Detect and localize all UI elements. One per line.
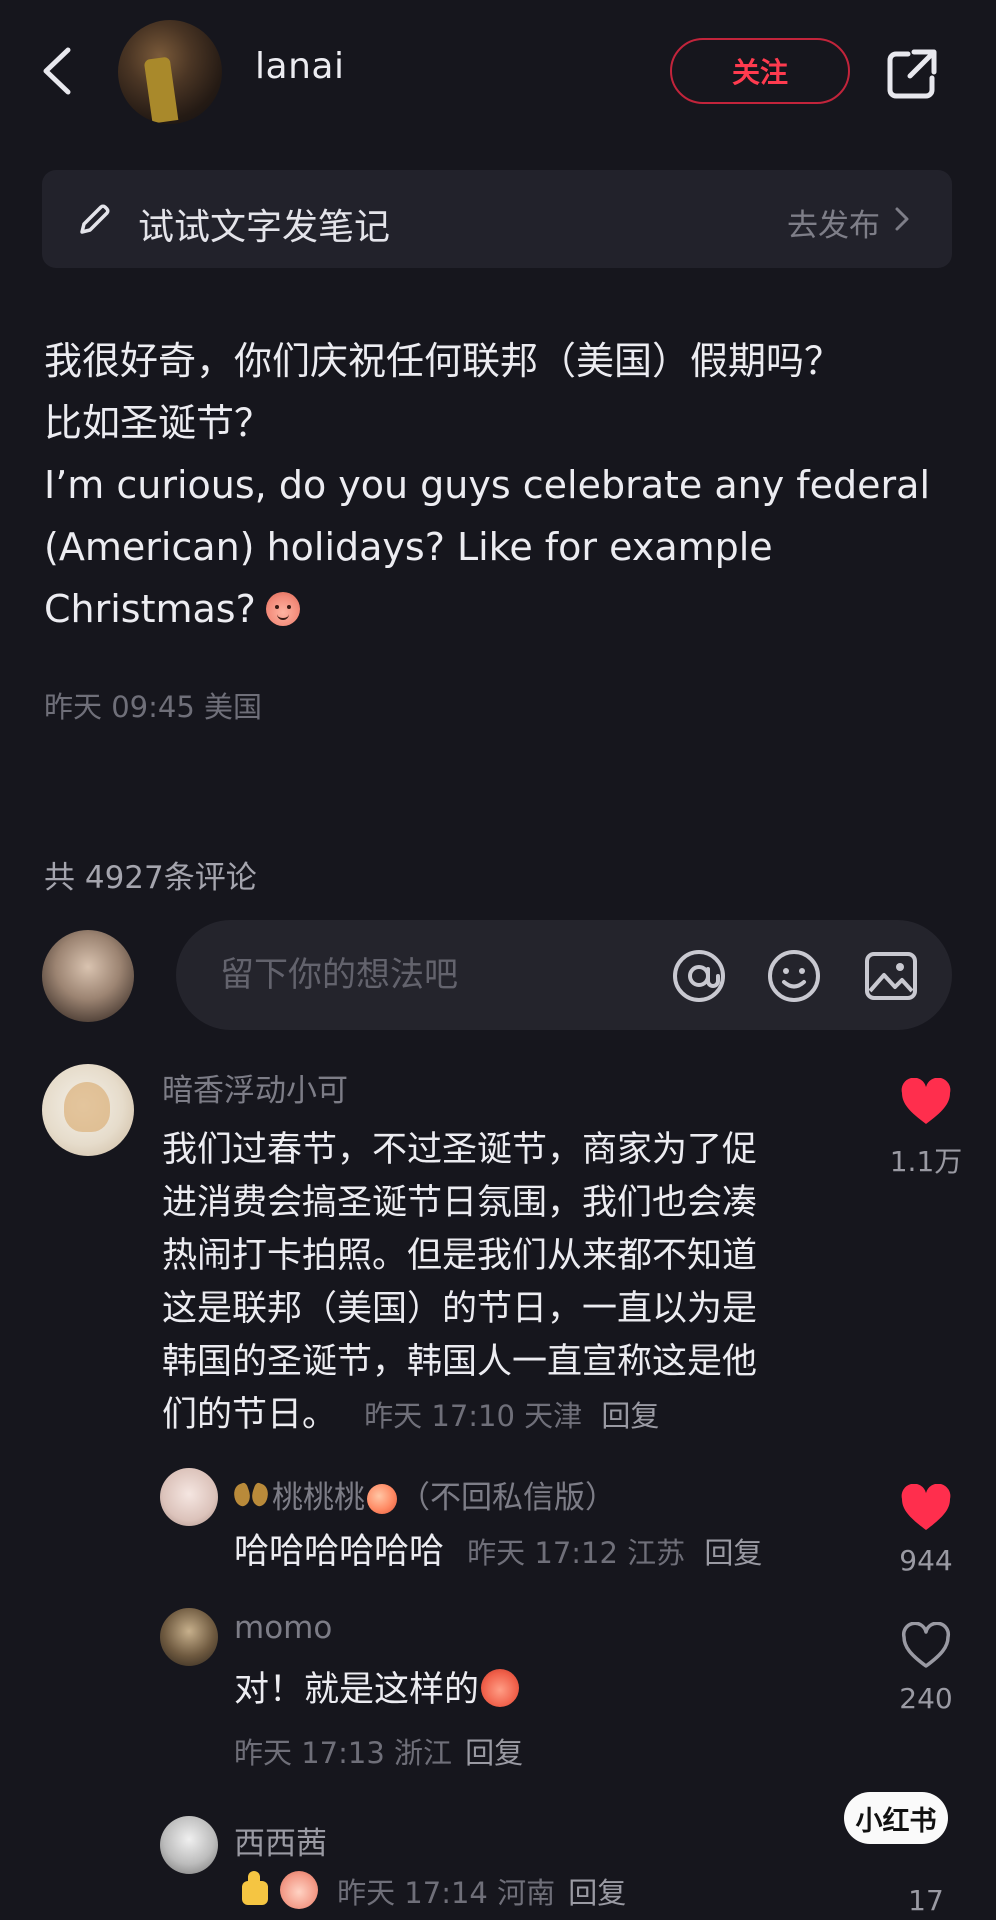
chevron-right-icon (895, 207, 909, 231)
commenter-name: 桃桃桃 (272, 1480, 365, 1516)
peach-emoji-icon (367, 1484, 397, 1514)
reply-button[interactable]: 回复 (601, 1399, 659, 1433)
commenter-avatar[interactable] (42, 1064, 134, 1156)
heart-filled-icon[interactable] (900, 1484, 952, 1532)
go-publish-link[interactable]: 去发布 (787, 200, 880, 245)
commenter-name[interactable]: 西西茜 (234, 1818, 327, 1863)
like-count: 17 (908, 1884, 944, 1917)
comment-last-line: 们的节日。 昨天 17:10 天津 回复 (162, 1389, 862, 1443)
commenter-name[interactable]: 暗香浮动小可 (162, 1065, 348, 1110)
note-prompt-text: 试试文字发笔记 (138, 207, 391, 248)
post-timestamp: 昨天 09:45 美国 (44, 690, 263, 724)
post-content: 我很好奇，你们庆祝任何联邦（美国）假期吗？ 比如圣诞节？ I’m curious… (44, 330, 944, 640)
author-name[interactable]: lanai (255, 46, 344, 87)
share-icon[interactable] (884, 46, 940, 102)
at-mention-icon[interactable] (670, 947, 728, 1005)
like-count: 944 (899, 1544, 953, 1577)
emoji-icon[interactable] (765, 947, 823, 1005)
comment-text: 哈哈哈哈哈哈 (234, 1532, 445, 1572)
comment-line: 这是联邦（美国）的节日，一直以为是 (162, 1289, 758, 1329)
like-count: 240 (899, 1682, 953, 1715)
like-count: 1.1万 (889, 1145, 963, 1178)
text-note-banner[interactable]: 试试文字发笔记 去发布 (42, 170, 952, 268)
pencil-icon (80, 204, 110, 234)
reply-button[interactable]: 回复 (465, 1736, 523, 1770)
commenter-avatar[interactable] (160, 1468, 218, 1526)
post-line: 比如圣诞节？ (44, 401, 273, 445)
comment-row: 昨天 17:14 河南 回复 (234, 1870, 626, 1912)
comment-text: 对！就是这样的 (234, 1670, 480, 1710)
comment-timestamp: 昨天 17:12 江苏 (467, 1536, 686, 1570)
reply-button[interactable]: 回复 (568, 1876, 626, 1910)
comment-line: 进消费会搞圣诞节日氛围，我们也会凑 (162, 1183, 758, 1223)
image-icon[interactable] (862, 947, 920, 1005)
angry-emoji-icon (481, 1669, 520, 1707)
comment-timestamp: 昨天 17:14 河南 (337, 1876, 556, 1910)
my-avatar (42, 930, 134, 1022)
heart-filled-icon[interactable] (900, 1078, 952, 1126)
comment-line: 们的节日。 (162, 1395, 338, 1435)
commenter-name[interactable]: momo (234, 1610, 332, 1646)
comment-meta-row: 昨天 17:13 浙江 回复 (234, 1730, 523, 1772)
comment-line: 韩国的圣诞节，韩国人一直宣称这是他 (162, 1342, 758, 1382)
comment-line: 我们过春节，不过圣诞节，商家为了促 (162, 1130, 758, 1170)
crying-emoji-icon (280, 1871, 318, 1909)
comment-text: 我们过春节，不过圣诞节，商家为了促 进消费会搞圣诞节日氛围，我们也会凑 热闹打卡… (162, 1124, 862, 1443)
comment-input[interactable] (176, 920, 952, 1030)
post-line: I’m curious, do you guys celebrate any f… (44, 463, 931, 507)
heart-outline-icon[interactable] (900, 1622, 952, 1670)
back-arrow-icon[interactable] (38, 44, 78, 98)
comment-timestamp: 昨天 17:10 天津 (364, 1399, 583, 1433)
commenter-name-row[interactable]: 桃桃桃 （不回私信版） (234, 1472, 616, 1517)
commenter-name-suffix: （不回私信版） (399, 1480, 616, 1516)
follow-button[interactable]: 关注 (670, 38, 850, 104)
post-line-last: Christmas? (44, 578, 944, 640)
face-emoji-icon (265, 592, 300, 626)
post-line: (American) holidays? Like for example (44, 525, 773, 569)
commenter-avatar[interactable] (160, 1608, 218, 1666)
comment-row: 对！就是这样的 (234, 1664, 521, 1717)
post-line: Christmas? (44, 587, 256, 631)
author-avatar[interactable] (118, 20, 222, 124)
xiaohongshu-watermark: 小红书 (844, 1792, 948, 1844)
thumbs-up-emoji-icon (236, 1871, 276, 1909)
reply-button[interactable]: 回复 (704, 1536, 762, 1570)
comment-line: 热闹打卡拍照。但是我们从来都不知道 (162, 1236, 758, 1276)
post-line: 我很好奇，你们庆祝任何联邦（美国）假期吗？ (44, 339, 843, 383)
commenter-avatar[interactable] (160, 1816, 218, 1874)
comment-timestamp: 昨天 17:13 浙江 (234, 1736, 453, 1770)
butterfly-emoji-icon (234, 1484, 268, 1510)
comment-row: 哈哈哈哈哈哈 昨天 17:12 江苏 回复 (234, 1526, 762, 1580)
comment-count: 共 4927条评论 (44, 860, 257, 896)
